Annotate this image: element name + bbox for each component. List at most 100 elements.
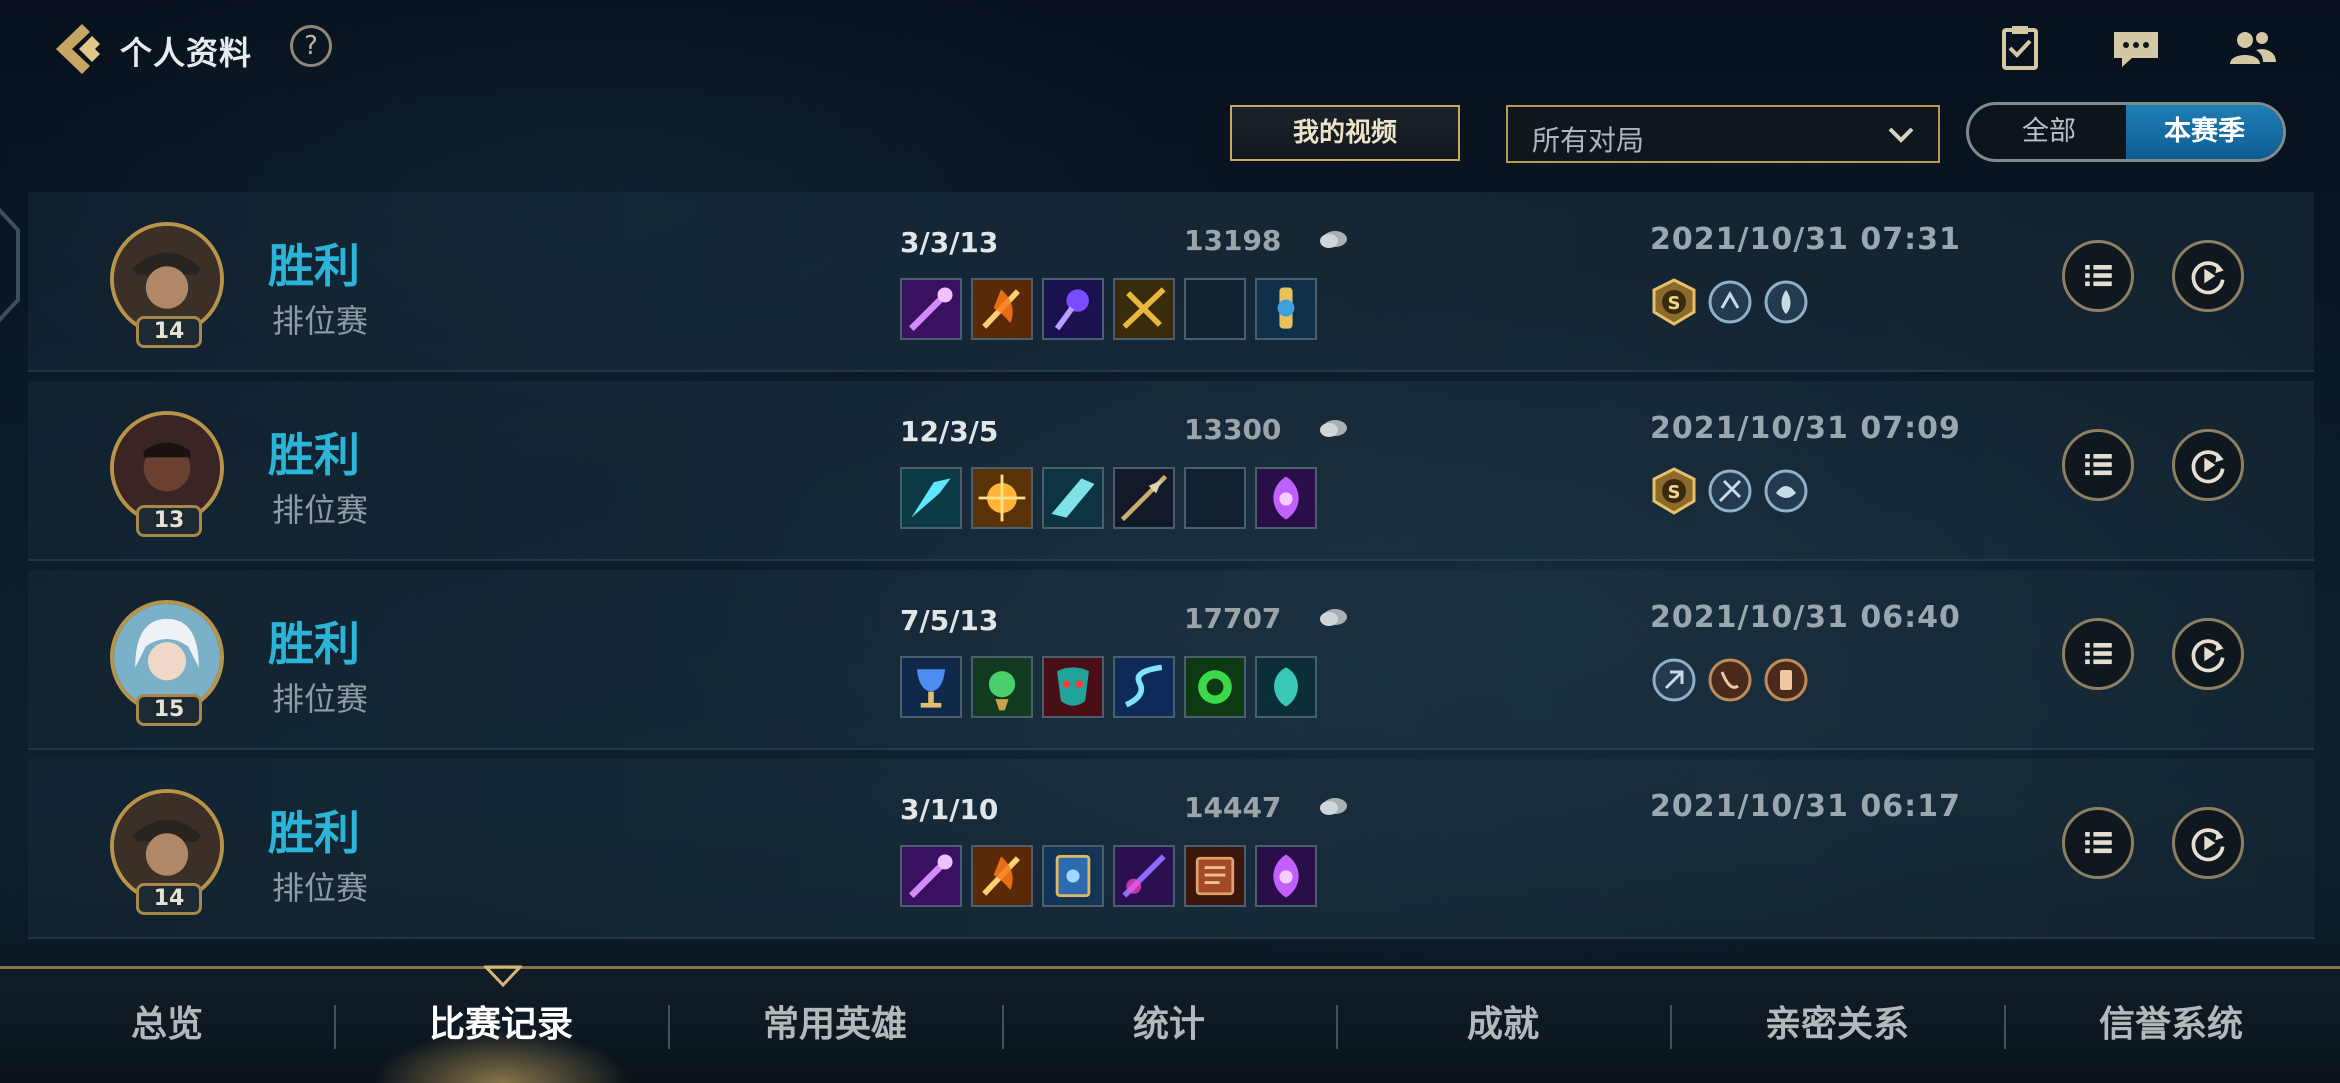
purple-staff-icon[interactable] (900, 845, 962, 907)
chalice-icon[interactable] (900, 656, 962, 718)
gold-amount: 17707 (1184, 602, 1282, 635)
tab-2[interactable]: 常用英雄 (668, 969, 1002, 1083)
friends-icon[interactable] (2226, 24, 2278, 72)
task-clipboard-icon[interactable] (1994, 24, 2046, 72)
page-title: 个人资料 (120, 34, 253, 72)
s-rank-badge-icon: S (1650, 467, 1698, 515)
replay-icon (2191, 639, 2225, 673)
tab-6[interactable]: 信誉系统 (2004, 969, 2338, 1083)
match-mode: 排位赛 (272, 491, 369, 529)
mvp-badge-icon (1706, 278, 1754, 326)
jade-totem-icon[interactable] (971, 656, 1033, 718)
teal-ward-icon[interactable] (1255, 656, 1317, 718)
match-date: 2021/10/31 07:09 (1650, 411, 1961, 446)
storm-blade-icon[interactable] (1113, 656, 1175, 718)
match-date: 2021/10/31 06:40 (1650, 600, 1961, 635)
match-history-list: 14 胜利 排位赛 3/3/13 13198 2021/10/31 07:31 … (28, 192, 2314, 948)
ward-trinket-icon[interactable] (1255, 278, 1317, 340)
champion-level-badge: 14 (136, 316, 202, 348)
my-videos-button[interactable]: 我的视频 (1230, 105, 1460, 161)
match-mode: 排位赛 (272, 680, 369, 718)
green-orb-icon[interactable] (1184, 656, 1246, 718)
match-row[interactable]: 13 胜利 排位赛 12/3/5 13300 2021/10/31 07:09 … (28, 381, 2314, 561)
arcane-tome-icon[interactable] (1042, 845, 1104, 907)
match-replay-button[interactable] (2172, 429, 2244, 501)
svg-text:S: S (1668, 482, 1681, 503)
match-detail-button[interactable] (2062, 240, 2134, 312)
toggle-current-season-button[interactable]: 本赛季 (2126, 105, 2283, 159)
champion-level-badge: 13 (136, 505, 202, 537)
tank-badge-icon (1762, 467, 1810, 515)
match-row[interactable]: 15 胜利 排位赛 7/5/13 17707 2021/10/31 06:40 (28, 570, 2314, 750)
match-replay-button[interactable] (2172, 240, 2244, 312)
chat-icon[interactable] (2110, 24, 2162, 72)
violet-ward-icon[interactable] (1255, 845, 1317, 907)
leather-tome-icon[interactable] (1184, 845, 1246, 907)
gold-blade-icon[interactable] (1113, 278, 1175, 340)
tab-divider (334, 1005, 336, 1049)
list-icon (2085, 454, 2112, 476)
frost-claw-icon[interactable] (900, 467, 962, 529)
gold-amount: 13198 (1184, 224, 1282, 257)
help-button[interactable]: ? (290, 25, 332, 67)
achievement-badges (1650, 656, 1818, 710)
match-replay-button[interactable] (2172, 807, 2244, 879)
replay-icon (2191, 828, 2225, 862)
season-toggle: 全部 本赛季 (1966, 102, 2286, 162)
achievement-badges: S (1650, 467, 1818, 521)
match-detail-button[interactable] (2062, 618, 2134, 690)
match-replay-button[interactable] (2172, 618, 2244, 690)
demon-mask-icon[interactable] (1042, 656, 1104, 718)
shadow-blade-icon[interactable] (1113, 845, 1175, 907)
list-icon (2085, 832, 2112, 854)
match-detail-button[interactable] (2062, 807, 2134, 879)
tab-0[interactable]: 总览 (0, 969, 334, 1083)
flame-sword-icon[interactable] (971, 278, 1033, 340)
tab-4[interactable]: 成就 (1336, 969, 1670, 1083)
crystal-wing-icon[interactable] (1042, 467, 1104, 529)
toggle-all-button[interactable]: 全部 (1969, 105, 2129, 159)
match-date: 2021/10/31 07:31 (1650, 222, 1961, 257)
sun-blade-icon[interactable] (971, 467, 1033, 529)
violet-ward-icon[interactable] (1255, 467, 1317, 529)
gold-amount: 14447 (1184, 791, 1282, 824)
chevron-left-icon (56, 24, 100, 74)
tab-divider (1002, 1005, 1004, 1049)
match-result: 胜利 (268, 239, 360, 293)
match-row[interactable]: 14 胜利 排位赛 3/3/13 13198 2021/10/31 07:31 … (28, 192, 2314, 372)
match-mode: 排位赛 (272, 302, 369, 340)
match-type-selected: 所有对局 (1532, 124, 1645, 157)
shield-badge-icon (1706, 656, 1754, 704)
kda-text: 3/1/10 (900, 793, 999, 826)
streak-badge-icon (1762, 278, 1810, 326)
kda-text: 3/3/13 (900, 226, 999, 259)
tab-5[interactable]: 亲密关系 (1670, 969, 2004, 1083)
chevron-down-icon (1888, 127, 1914, 143)
empty-item-slot[interactable] (1184, 278, 1246, 340)
flame-sword-icon[interactable] (971, 845, 1033, 907)
match-detail-button[interactable] (2062, 429, 2134, 501)
item-build (900, 845, 1326, 909)
s-rank-badge-icon: S (1650, 278, 1698, 326)
match-result: 胜利 (268, 428, 360, 482)
tab-divider (1336, 1005, 1338, 1049)
gold-badge-icon (1762, 656, 1810, 704)
purple-staff-icon[interactable] (900, 278, 962, 340)
svg-text:S: S (1668, 293, 1681, 314)
dark-lance-icon[interactable] (1113, 467, 1175, 529)
side-ornament-icon (0, 207, 20, 323)
empty-item-slot[interactable] (1184, 467, 1246, 529)
back-button[interactable] (48, 18, 108, 80)
void-scepter-icon[interactable] (1042, 278, 1104, 340)
tab-3[interactable]: 统计 (1002, 969, 1336, 1083)
tab-divider (668, 1005, 670, 1049)
champion-level-badge: 14 (136, 883, 202, 915)
match-type-dropdown[interactable]: 所有对局 (1506, 105, 1940, 163)
match-date: 2021/10/31 06:17 (1650, 789, 1961, 824)
gold-coin-icon (1320, 420, 1347, 437)
kda-text: 7/5/13 (900, 604, 999, 637)
match-row[interactable]: 14 胜利 排位赛 3/1/10 14447 2021/10/31 06:17 (28, 759, 2314, 939)
bottom-tab-bar: 总览 比赛记录 常用英雄 统计 成就 亲密关系 信誉系统 (0, 965, 2340, 1083)
tab-divider (1670, 1005, 1672, 1049)
tab-1[interactable]: 比赛记录 (334, 969, 668, 1083)
